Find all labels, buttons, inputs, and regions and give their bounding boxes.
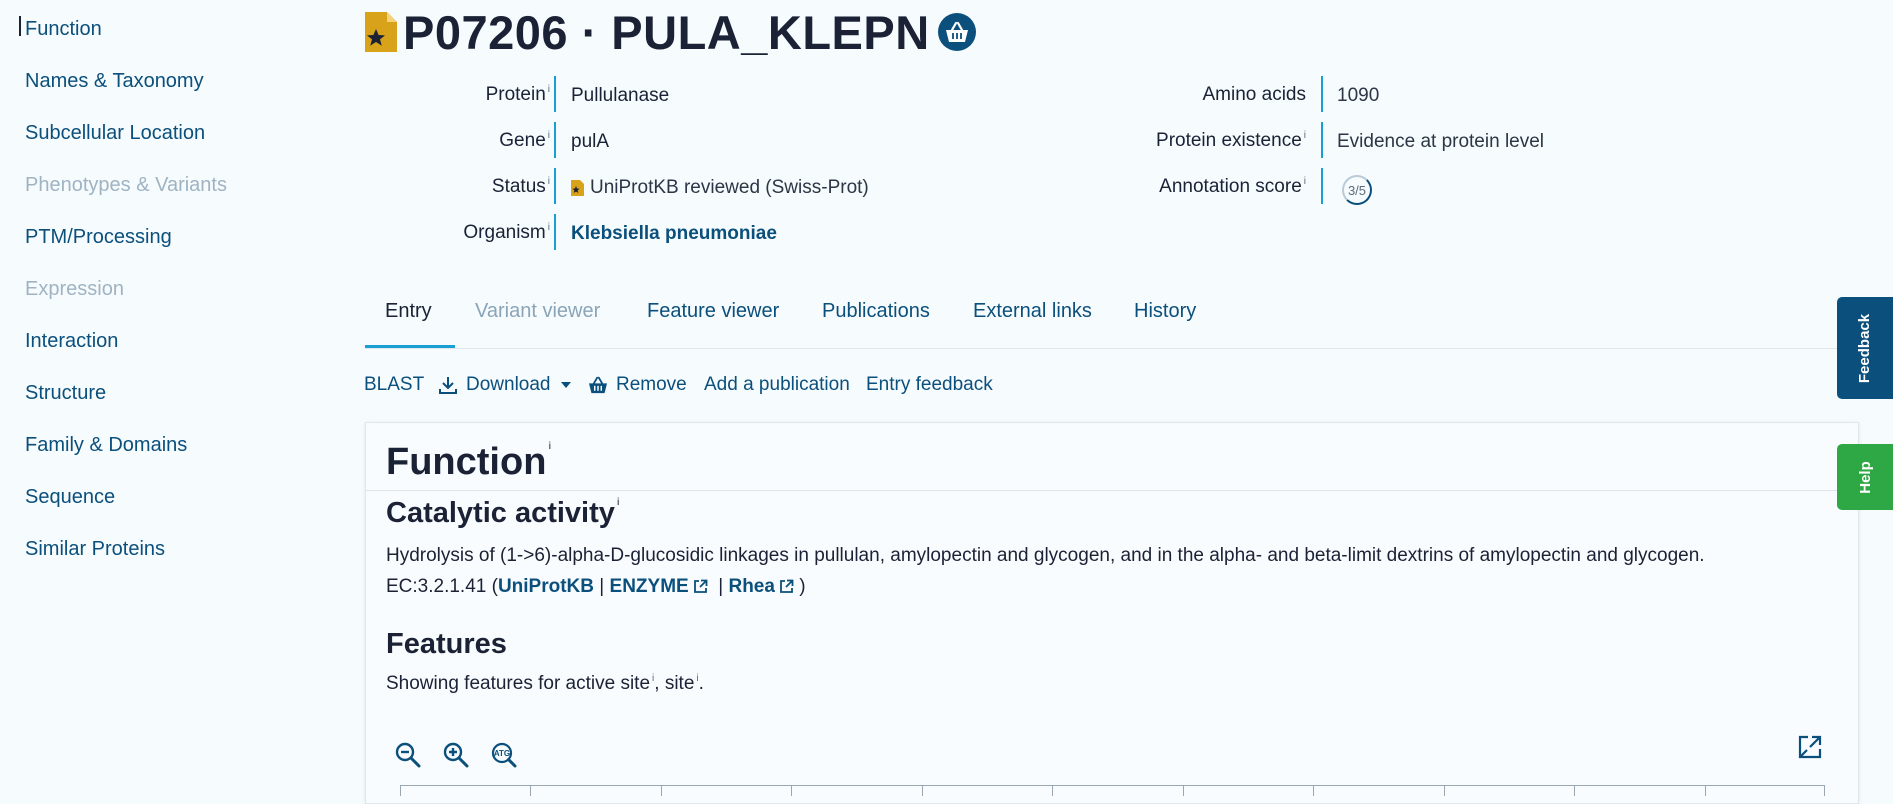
organism-link[interactable]: Klebsiella pneumoniae <box>571 223 777 245</box>
zoom-out-icon[interactable] <box>394 741 422 769</box>
status-value: UniProtKB reviewed (Swiss-Prot) <box>571 177 869 199</box>
external-link-icon <box>693 580 708 594</box>
sidebar-item-names-taxonomy[interactable]: Names & Taxonomy <box>25 70 204 93</box>
help-label: Help <box>1856 460 1874 494</box>
catalytic-activity-text: Hydrolysis of (1->6)-alpha-D-glucosidic … <box>386 545 1705 566</box>
blast-button[interactable]: BLAST <box>364 374 424 396</box>
entry-header: P07206 · PULA_KLEPN <box>365 5 976 59</box>
tab-external-links[interactable]: External links <box>973 300 1092 323</box>
sidebar-item-interaction[interactable]: Interaction <box>25 330 118 353</box>
ec-number-line: EC:3.2.1.41 (UniProtKB | ENZYME | Rhea ) <box>386 576 806 598</box>
amino-acids-value: 1090 <box>1337 85 1380 106</box>
tab-variant-viewer: Variant viewer <box>475 300 601 322</box>
protein-label: Protein i <box>485 84 550 105</box>
sidebar-item-phenotypes-variants: Phenotypes & Variants <box>25 174 227 196</box>
gene-label: Gene i <box>499 130 550 151</box>
annotation-score-label: Annotation score i <box>1159 176 1306 197</box>
rhea-link[interactable]: Rhea <box>728 576 794 597</box>
reviewed-document-icon <box>365 12 397 52</box>
sidebar-item-similar-proteins[interactable]: Similar Proteins <box>25 538 165 561</box>
protein-existence-label: Protein existence i <box>1156 130 1306 151</box>
amino-acids-label: Amino acids <box>1202 84 1307 105</box>
feature-viewer-ruler <box>400 785 1825 804</box>
basket-icon <box>589 376 607 394</box>
caret-down-icon <box>560 382 571 388</box>
feedback-tab[interactable]: Feedback <box>1837 297 1893 399</box>
info-divider <box>554 168 556 204</box>
separator: | <box>712 576 729 597</box>
sequence-atg-icon[interactable]: ATG <box>490 741 518 769</box>
annotation-score-badge: 3/5 <box>1342 175 1372 205</box>
fullscreen-icon[interactable] <box>1796 733 1824 761</box>
info-divider <box>1321 122 1323 158</box>
protein-existence-value: Evidence at protein level <box>1337 131 1545 152</box>
svg-text:ATG: ATG <box>494 749 510 758</box>
catalytic-activity-title: Catalytic activity i <box>386 497 620 529</box>
enzyme-link[interactable]: ENZYME <box>610 576 708 597</box>
info-annotation-score: Annotation score i <box>1100 168 1306 204</box>
basket-icon <box>945 21 968 42</box>
sidebar-item-ptm-processing[interactable]: PTM/Processing <box>25 226 172 249</box>
protein-name-value: Pullulanase <box>571 85 670 106</box>
add-publication-button[interactable]: Add a publication <box>704 374 850 396</box>
info-divider <box>1321 168 1323 204</box>
features-title: Features <box>386 628 507 660</box>
active-tab-indicator <box>365 345 455 348</box>
sidebar-item-sequence[interactable]: Sequence <box>25 486 115 509</box>
entry-feedback-button[interactable]: Entry feedback <box>866 374 993 396</box>
sidebar-item-subcellular-location[interactable]: Subcellular Location <box>25 122 205 145</box>
info-protein-existence: Protein existence i <box>1100 122 1306 158</box>
organism-label: Organism i <box>463 222 550 243</box>
download-icon <box>439 377 457 394</box>
tab-entry[interactable]: Entry <box>385 300 432 323</box>
status-label: Status i <box>491 176 550 197</box>
info-organism: Organism i <box>430 214 550 250</box>
function-section-title: Function i <box>386 441 552 483</box>
function-card: Function i Catalytic activity i Hydrolysis… <box>365 422 1859 804</box>
entry-title: P07206 · PULA_KLEPN <box>403 5 930 59</box>
info-divider <box>554 122 556 158</box>
info-divider <box>554 214 556 250</box>
tab-feature-viewer[interactable]: Feature viewer <box>647 300 779 323</box>
feedback-label: Feedback <box>1856 313 1874 383</box>
sidebar-item-structure[interactable]: Structure <box>25 382 106 405</box>
status-text: UniProtKB reviewed (Swiss-Prot) <box>590 177 869 198</box>
reviewed-icon <box>571 180 584 196</box>
info-protein: Protein i <box>430 76 550 112</box>
tab-publications[interactable]: Publications <box>822 300 930 323</box>
info-divider <box>1321 76 1323 112</box>
section-divider <box>366 490 1858 491</box>
download-button[interactable]: Download <box>438 374 571 396</box>
gene-value: pulA <box>571 131 610 152</box>
info-amino-acids: Amino acids <box>1100 76 1307 112</box>
features-description: Showing features for active site i, site i… <box>386 673 704 694</box>
ec-suffix: ) <box>793 576 806 597</box>
separator: | <box>594 576 610 597</box>
help-tab[interactable]: Help <box>1837 444 1893 510</box>
ec-number-text: EC:3.2.1.41 ( <box>386 576 498 597</box>
zoom-in-icon[interactable] <box>442 741 470 769</box>
download-label: Download <box>466 374 551 395</box>
tab-history[interactable]: History <box>1134 300 1196 323</box>
remove-from-basket-button[interactable]: Remove <box>588 374 687 396</box>
sidebar-navigation: Function Names & Taxonomy Subcellular Lo… <box>0 0 330 787</box>
active-section-marker <box>19 16 21 36</box>
remove-label: Remove <box>616 374 687 395</box>
entry-tabs: Entry Variant viewer Feature viewer Publ… <box>365 290 1857 349</box>
info-status: Status i <box>430 168 550 204</box>
info-divider <box>554 76 556 112</box>
sidebar-item-expression: Expression <box>25 278 124 300</box>
sidebar-item-family-domains[interactable]: Family & Domains <box>25 434 187 457</box>
uniprotkb-ec-link[interactable]: UniProtKB <box>498 576 594 597</box>
external-link-icon <box>780 580 794 594</box>
sidebar-item-function[interactable]: Function <box>25 18 102 41</box>
info-gene: Gene i <box>430 122 550 158</box>
add-to-basket-button[interactable] <box>937 13 976 51</box>
